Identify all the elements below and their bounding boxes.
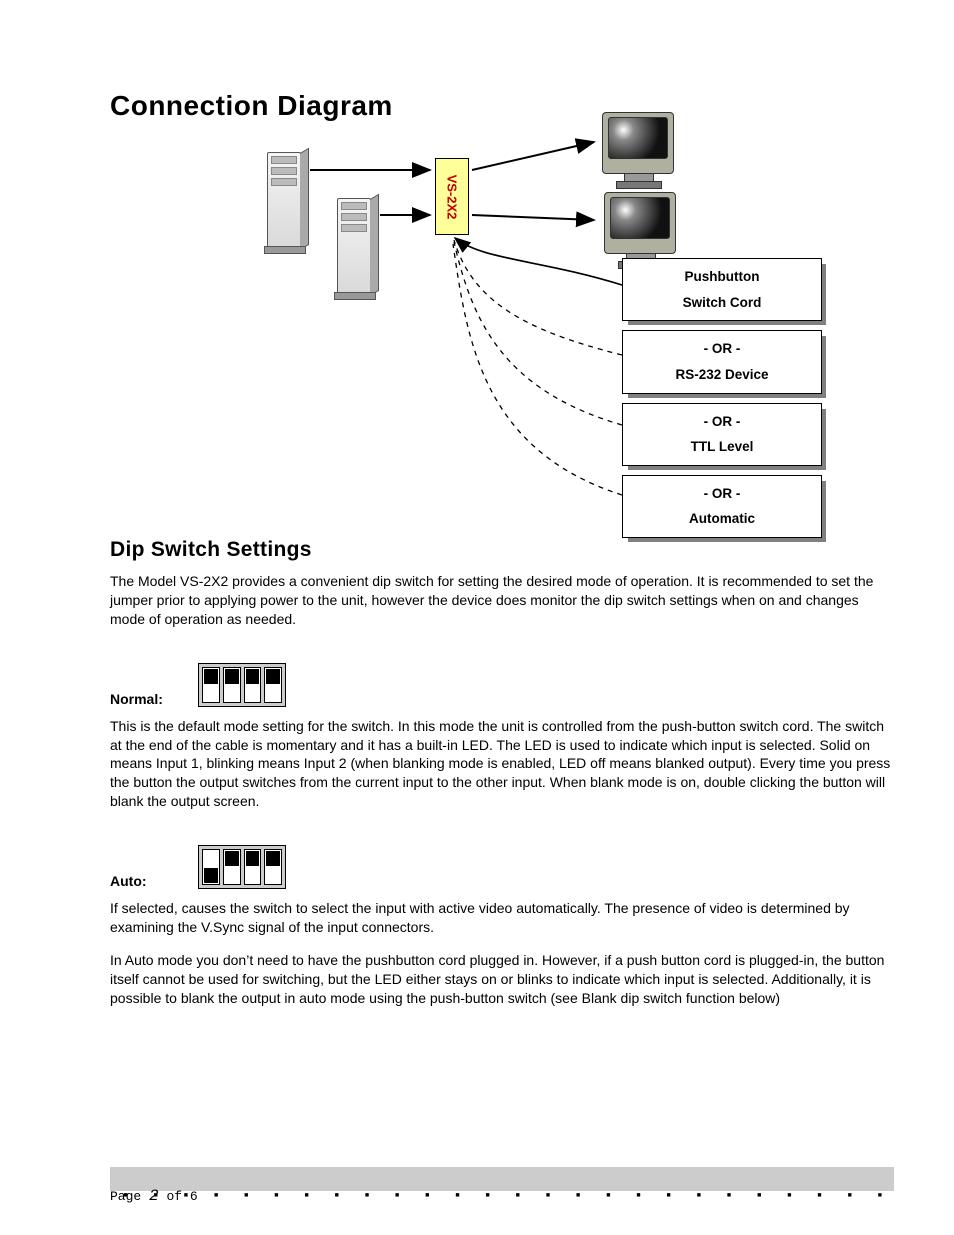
source-computer-1-icon — [267, 152, 301, 249]
auto-mode-text-1: If selected, causes the switch to select… — [110, 899, 894, 937]
auto-mode-label: Auto: — [110, 873, 180, 889]
page-footer: Page 2 of 6 ■ ■ ■ ■ ■ ■ ■ ■ ■ ■ ■ ■ ■ ■ … — [110, 1167, 894, 1191]
source-computer-2-icon — [337, 198, 371, 295]
connection-diagram: VS-2X2 Pushbutton Switch Cord - OR - RS-… — [172, 130, 832, 510]
page-title: Connection Diagram — [110, 90, 894, 122]
option-ttl: - OR - TTL Level — [622, 403, 822, 466]
dip-switch-auto-icon — [198, 845, 286, 889]
normal-mode-text: This is the default mode setting for the… — [110, 717, 894, 811]
option-automatic: - OR - Automatic — [622, 475, 822, 538]
option-pushbutton: Pushbutton Switch Cord — [622, 258, 822, 321]
switch-label: VS-2X2 — [445, 174, 460, 219]
normal-mode-label: Normal: — [110, 691, 180, 707]
footer-dots-icon: ■ ■ ■ ■ ■ ■ ■ ■ ■ ■ ■ ■ ■ ■ ■ ■ ■ ■ ■ ■ … — [123, 1192, 894, 1199]
option-rs232: - OR - RS-232 Device — [622, 330, 822, 393]
display-monitor-1-icon — [602, 112, 674, 174]
dip-intro-text: The Model VS-2X2 provides a convenient d… — [110, 572, 894, 629]
vs-2x2-switch-icon: VS-2X2 — [435, 158, 469, 235]
display-monitor-2-icon — [604, 192, 676, 254]
auto-mode-text-2: In Auto mode you don’t need to have the … — [110, 951, 894, 1008]
dip-switch-normal-icon — [198, 663, 286, 707]
